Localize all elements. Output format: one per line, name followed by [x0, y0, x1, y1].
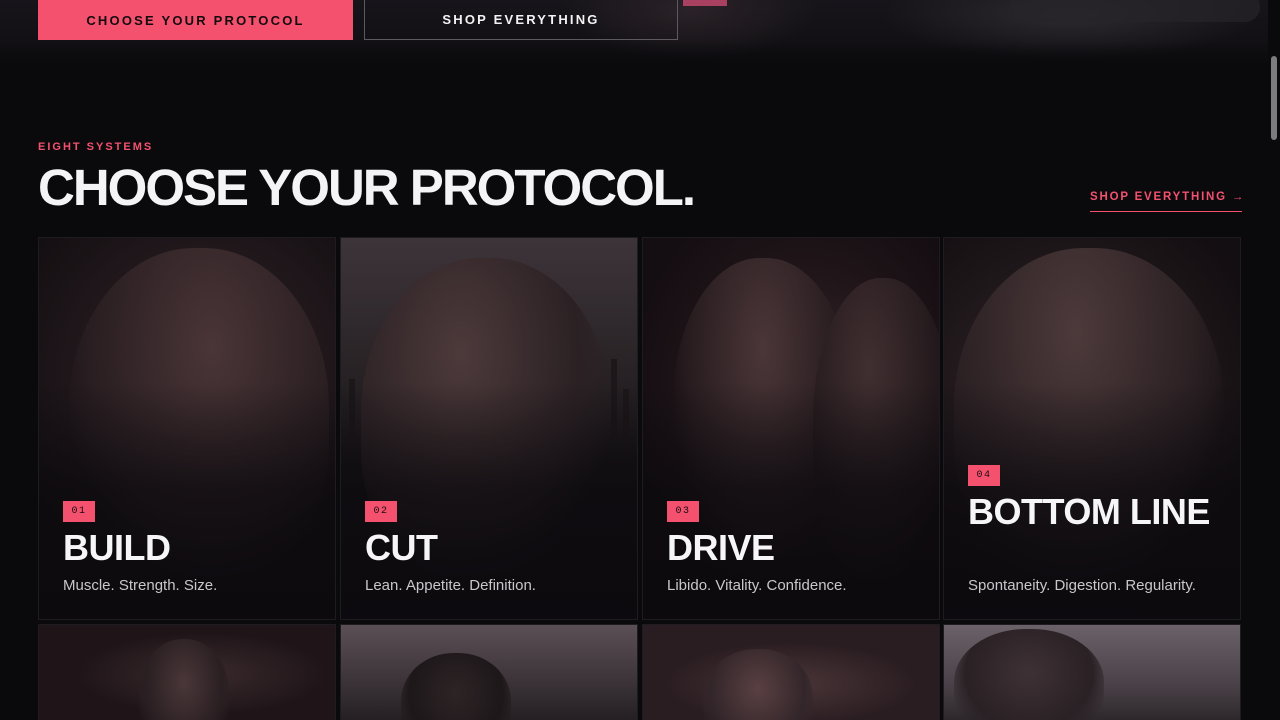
protocol-card-build[interactable]: 01 BUILD Muscle. Strength. Size. — [38, 237, 336, 620]
figure-silhouette — [703, 649, 813, 720]
protocol-card-drive[interactable]: 03 DRIVE Libido. Vitality. Confidence. — [642, 237, 940, 620]
section-title: CHOOSE YOUR PROTOCOL. — [38, 159, 696, 216]
hero-fade — [0, 42, 1280, 72]
card-photo — [341, 625, 637, 720]
card-photo — [39, 625, 335, 720]
card-title: CUT — [365, 527, 438, 568]
protocol-card-cut[interactable]: 02 CUT Lean. Appetite. Definition. — [340, 237, 638, 620]
card-number-badge: 01 — [63, 501, 95, 522]
figure-silhouette — [954, 629, 1104, 720]
choose-protocol-button[interactable]: CHOOSE YOUR PROTOCOL — [38, 0, 353, 40]
card-title: BUILD — [63, 527, 171, 568]
figure-silhouette — [139, 639, 229, 720]
hero-photo-detail — [1010, 0, 1260, 22]
card-title: BOTTOM LINE — [968, 491, 1210, 532]
protocol-card[interactable] — [642, 624, 940, 720]
protocol-card[interactable] — [38, 624, 336, 720]
scrollbar-thumb[interactable] — [1271, 56, 1277, 140]
shop-everything-button[interactable]: SHOP EVERYTHING — [364, 0, 678, 40]
card-title: DRIVE — [667, 527, 775, 568]
card-photo — [944, 625, 1240, 720]
section-eyebrow: EIGHT SYSTEMS — [38, 141, 154, 153]
figure-silhouette — [401, 653, 511, 720]
card-number-badge: 02 — [365, 501, 397, 522]
protocol-card-bottom-line[interactable]: 04 BOTTOM LINE Spontaneity. Digestion. R… — [943, 237, 1241, 620]
card-tagline: Muscle. Strength. Size. — [63, 577, 218, 594]
hero-banner: CHOOSE YOUR PROTOCOL SHOP EVERYTHING — [0, 0, 1280, 72]
page-scrollbar[interactable] — [1268, 0, 1280, 720]
card-number-badge: 04 — [968, 465, 1000, 486]
card-tagline: Lean. Appetite. Definition. — [365, 577, 536, 594]
card-tagline: Spontaneity. Digestion. Regularity. — [968, 577, 1196, 594]
card-photo — [643, 625, 939, 720]
card-number-badge: 03 — [667, 501, 699, 522]
protocol-card[interactable] — [340, 624, 638, 720]
protocol-card[interactable] — [943, 624, 1241, 720]
hero-photo-detail — [683, 0, 727, 6]
shop-everything-link[interactable]: SHOP EVERYTHING → — [1090, 191, 1243, 212]
card-tagline: Libido. Vitality. Confidence. — [667, 577, 847, 594]
